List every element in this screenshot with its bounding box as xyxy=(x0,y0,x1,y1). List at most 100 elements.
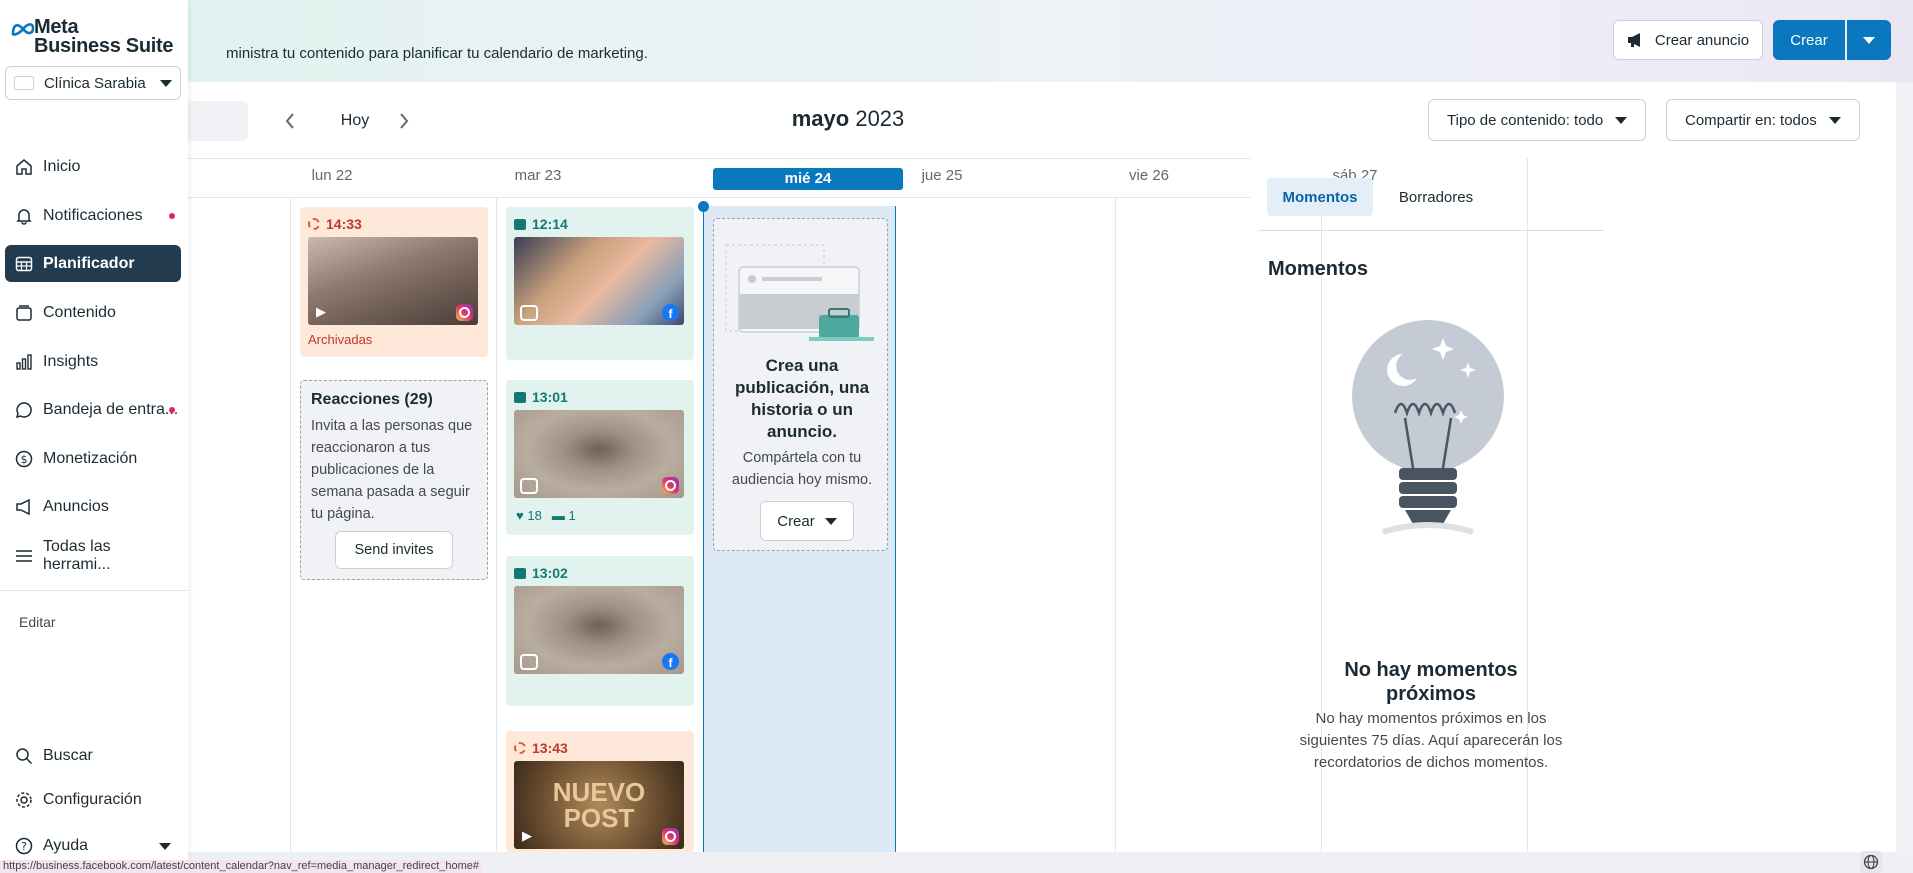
lightbulb-icon xyxy=(1352,320,1504,535)
megaphone-icon xyxy=(1627,33,1640,47)
create-card-title: Crea una publicación, una historia o un … xyxy=(734,356,870,441)
likes-stat: ♥ 18 xyxy=(516,508,542,523)
post-status: Archivadas xyxy=(308,332,373,347)
post-card[interactable]: 14:33 ▶ Archivadas xyxy=(300,207,488,357)
content-type-filter-label: Tipo de contenido: todo xyxy=(1447,111,1604,129)
sidebar-item-label: Ayuda xyxy=(43,837,89,854)
post-stats: ♥ 18 ▬ 1 xyxy=(516,508,576,523)
day-header-tue: mar 23 xyxy=(514,167,562,184)
facebook-icon: f xyxy=(662,304,679,321)
edit-link[interactable]: Editar xyxy=(19,614,56,630)
day-header-mon: lun 22 xyxy=(311,167,353,184)
sidebar-item-configuracion[interactable]: Configuración xyxy=(5,781,181,818)
instagram-icon xyxy=(456,304,473,321)
megaphone-icon xyxy=(16,498,30,515)
create-dropdown-button[interactable] xyxy=(1847,20,1891,60)
pending-icon xyxy=(514,742,526,754)
post-card[interactable]: 13:02 f xyxy=(506,556,694,706)
create-illustration xyxy=(725,244,874,341)
create-ad-button[interactable]: Crear anuncio xyxy=(1613,20,1763,60)
search-icon xyxy=(16,747,33,764)
divider xyxy=(0,590,188,591)
instagram-icon xyxy=(662,477,679,494)
instagram-icon xyxy=(662,828,679,845)
sidebar-item-buscar[interactable]: Buscar xyxy=(5,737,181,774)
svg-text:$: $ xyxy=(21,453,28,466)
create-card-button[interactable]: Crear xyxy=(760,501,854,541)
create-card-button-label: Crear xyxy=(777,512,815,530)
sidebar-item-label: Buscar xyxy=(43,746,93,764)
sidebar-item-contenido[interactable]: Contenido xyxy=(5,294,181,331)
sidebar-item-label: Monetización xyxy=(43,449,138,467)
sidebar-item-label: Contenido xyxy=(43,303,116,321)
bell-icon xyxy=(16,208,32,225)
reel-icon xyxy=(520,478,538,494)
sidebar-item-monetizacion[interactable]: $ Monetización xyxy=(5,440,181,477)
create-post-card: Crea una publicación, una historia o un … xyxy=(713,218,888,551)
sidebar-item-ayuda[interactable]: ? Ayuda xyxy=(5,829,181,863)
svg-text:?: ? xyxy=(21,840,27,853)
sidebar-item-label: Anuncios xyxy=(43,497,109,515)
sidebar-item-bandeja[interactable]: Bandeja de entra... xyxy=(5,391,181,428)
reel-icon xyxy=(520,654,538,670)
content-icon xyxy=(16,304,32,321)
share-filter[interactable]: Compartir en: todos xyxy=(1666,99,1860,141)
sidebar: Meta Business Suite Clínica Sarabia Me..… xyxy=(0,0,188,860)
post-time: 13:02 xyxy=(514,564,686,582)
prev-week-button[interactable] xyxy=(276,106,304,136)
reactions-title: Reacciones (29) xyxy=(311,391,433,408)
sidebar-item-notificaciones[interactable]: Notificaciones xyxy=(5,197,181,234)
post-time-label: 13:43 xyxy=(532,740,568,756)
post-time-label: 14:33 xyxy=(326,216,362,232)
post-time: 14:33 xyxy=(308,215,480,233)
grid-divider xyxy=(496,198,497,852)
sidebar-item-label: Configuración xyxy=(43,790,142,808)
send-invites-button[interactable]: Send invites xyxy=(335,531,453,569)
create-button[interactable]: Crear xyxy=(1773,20,1845,60)
globe-icon[interactable] xyxy=(1860,851,1882,873)
thumbnail-text: NUEVO POST xyxy=(552,777,646,833)
page-subtitle: ministra tu contenido para planificar tu… xyxy=(226,45,648,62)
comments-stat: ▬ 1 xyxy=(551,508,576,523)
content-type-filter[interactable]: Tipo de contenido: todo xyxy=(1428,99,1647,141)
account-selector[interactable]: Clínica Sarabia Me... xyxy=(5,66,181,100)
calendar-toolbar: Hoy mayo 2023 Tipo de contenido: todo Co… xyxy=(188,82,1896,157)
globe-glyph xyxy=(1863,854,1879,870)
post-card[interactable]: 13:01 ♥ 18 ▬ 1 xyxy=(506,380,694,535)
grid-divider xyxy=(1115,198,1116,852)
meta-business-suite-logo[interactable]: Meta Business Suite xyxy=(10,17,180,62)
view-selector[interactable] xyxy=(188,101,248,141)
post-type-icon xyxy=(514,567,526,579)
month-title: mayo 2023 xyxy=(698,106,998,132)
sidebar-item-insights[interactable]: Insights xyxy=(5,343,181,380)
month-name: mayo xyxy=(791,106,850,131)
tab-drafts[interactable]: Borradores xyxy=(1381,178,1491,216)
calendar-icon xyxy=(15,256,33,271)
meta-logo-icon xyxy=(11,23,35,36)
likes-count: 18 xyxy=(527,508,542,523)
reactions-card: Reacciones (29) Invita a las personas qu… xyxy=(300,380,488,580)
comments-count: 1 xyxy=(568,508,576,523)
post-time-label: 13:01 xyxy=(532,389,568,405)
sidebar-item-planificador[interactable]: Planificador xyxy=(5,245,181,282)
post-card[interactable]: 12:14 f xyxy=(506,207,694,360)
sidebar-item-todas-herramientas[interactable]: Todas las herrami... xyxy=(5,537,181,574)
tab-moments[interactable]: Momentos xyxy=(1267,178,1373,216)
facebook-icon: f xyxy=(662,653,679,670)
post-thumbnail: NUEVO POST ▶ xyxy=(514,761,684,849)
empty-state-title: No hay momentos próximos xyxy=(1344,659,1518,705)
notification-dot xyxy=(169,213,175,219)
reactions-body: Invita a las personas que reaccionaron a… xyxy=(311,418,473,522)
sidebar-item-anuncios[interactable]: Anuncios xyxy=(5,488,181,525)
home-icon xyxy=(16,158,32,175)
post-card[interactable]: 13:43 NUEVO POST ▶ xyxy=(506,731,694,852)
sidebar-item-inicio[interactable]: Inicio xyxy=(5,148,181,185)
post-type-icon xyxy=(514,391,526,403)
chevron-down-icon xyxy=(824,517,837,525)
today-button[interactable]: Hoy xyxy=(320,106,390,136)
post-time: 13:43 xyxy=(514,739,686,757)
next-week-button[interactable] xyxy=(390,106,418,136)
sidebar-item-label: Planificador xyxy=(43,254,135,272)
post-time: 13:01 xyxy=(514,388,686,406)
top-header: ministra tu contenido para planificar tu… xyxy=(0,0,1913,82)
